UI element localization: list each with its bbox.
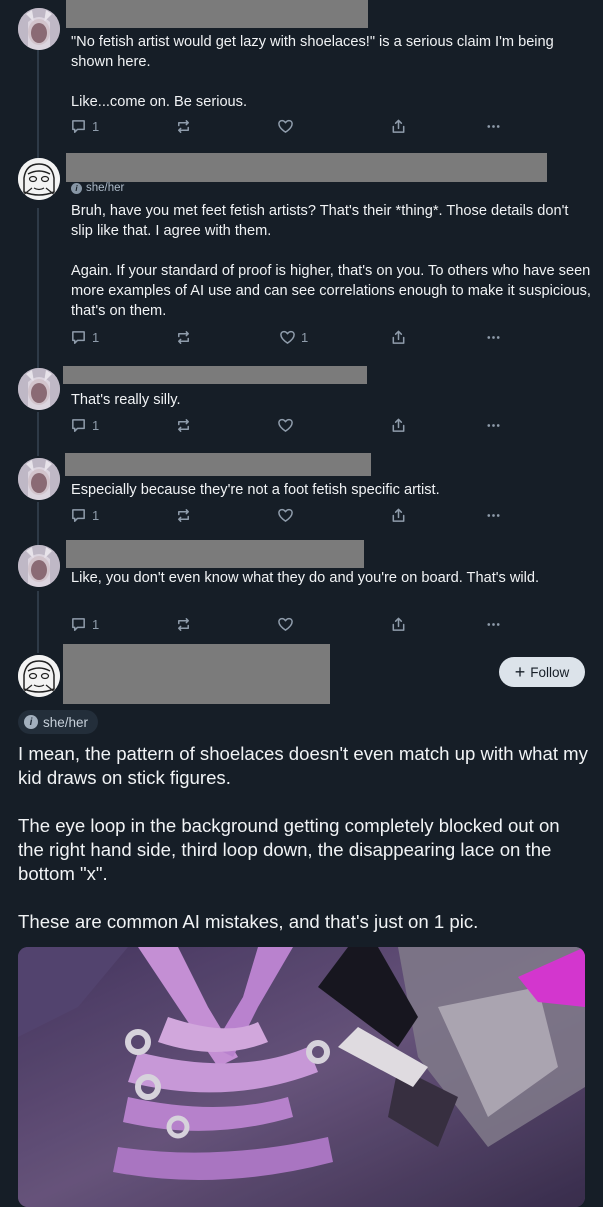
avatar[interactable] [18,8,60,50]
info-icon: i [24,715,38,729]
share-button[interactable] [390,616,407,633]
share-icon [392,418,405,432]
redacted-username [66,540,364,568]
reply-count: 1 [92,617,100,632]
reply-button[interactable]: 1 [70,616,99,633]
follow-label: Follow [530,664,570,680]
reply-icon [72,120,85,133]
reply-count: 1 [92,418,100,433]
more-button[interactable] [485,118,502,135]
redacted-username [63,644,330,704]
like-button[interactable]: 1 [279,329,308,346]
more-button[interactable] [485,417,502,434]
like-icon [278,508,293,522]
repost-icon [178,120,189,133]
reply-text: "No fetish artist would get lazy with sh… [71,34,554,110]
reply-button[interactable]: 1 [70,417,99,434]
like-icon [278,418,293,432]
like-icon [278,617,293,631]
like-button[interactable] [277,417,299,434]
like-button[interactable] [277,507,299,524]
repost-button[interactable] [175,329,192,346]
redacted-username [66,153,547,182]
post-actions: 1 1 [70,329,510,349]
more-icon [487,514,500,517]
redacted-username [63,366,367,384]
share-icon [392,508,405,522]
redacted-username [65,453,371,476]
avatar[interactable] [18,545,60,587]
share-button[interactable] [390,417,407,434]
reply-text: Bruh, have you met feet fetish artists? … [71,203,591,319]
like-count: 1 [301,330,309,345]
reply-text: Especially because they're not a foot fe… [71,482,440,498]
post-text: I mean, the pattern of shoelaces doesn't… [18,743,588,932]
avatar[interactable] [18,458,60,500]
more-icon [487,125,500,128]
share-icon [392,617,405,631]
share-icon [392,330,405,344]
post-actions: 1 [70,507,510,527]
shoelace-illustration [18,947,585,1207]
plus-icon: + [514,662,526,682]
reply-icon [72,419,85,432]
repost-icon [178,509,189,522]
reply-count: 1 [92,508,100,523]
post-actions: 1 [70,417,510,437]
reply-text: Like, you don't even know what they do a… [71,570,540,586]
reply-post[interactable]: "No fetish artist would get lazy with sh… [0,0,603,150]
reply-post[interactable]: That's really silly. 1 [0,355,603,445]
more-icon [487,623,500,626]
info-icon: i [71,182,82,194]
reply-icon [72,509,85,522]
reply-button[interactable]: 1 [70,118,99,135]
reply-icon [72,331,85,344]
repost-button[interactable] [175,616,192,633]
reply-post[interactable]: Like, you don't even know what they do a… [0,535,603,645]
follow-button[interactable]: + Follow [499,657,585,687]
like-icon [278,119,293,133]
reply-post[interactable]: Especially because they're not a foot fe… [0,445,603,535]
pronoun-tag: i she/her [71,182,124,194]
pronoun-tag: i she/her [18,710,99,734]
share-button[interactable] [390,118,407,135]
repost-button[interactable] [175,417,192,434]
like-button[interactable] [277,118,299,135]
more-button[interactable] [485,507,502,524]
reply-text: That's really silly. [71,392,181,408]
reply-post[interactable]: i she/her Bruh, have you met feet fetish … [0,150,603,355]
avatar[interactable] [18,655,60,697]
like-button[interactable] [277,616,299,633]
reply-count: 1 [92,119,100,134]
share-button[interactable] [390,329,407,346]
more-icon [487,424,500,427]
reply-count: 1 [92,330,100,345]
redacted-username [66,0,368,28]
reply-button[interactable]: 1 [70,329,99,346]
avatar[interactable] [18,158,60,200]
repost-icon [178,419,189,432]
post-actions: 1 [70,616,510,636]
repost-button[interactable] [175,118,192,135]
reply-button[interactable]: 1 [70,507,99,524]
more-icon [487,336,500,339]
more-button[interactable] [485,616,502,633]
repost-button[interactable] [175,507,192,524]
post-actions: 1 [70,118,510,138]
repost-icon [178,331,189,344]
like-icon [280,330,295,344]
reply-icon [72,618,85,631]
repost-icon [178,618,189,631]
share-icon [392,119,405,133]
post-image[interactable] [18,947,585,1207]
more-button[interactable] [485,329,502,346]
share-button[interactable] [390,507,407,524]
avatar[interactable] [18,368,60,410]
